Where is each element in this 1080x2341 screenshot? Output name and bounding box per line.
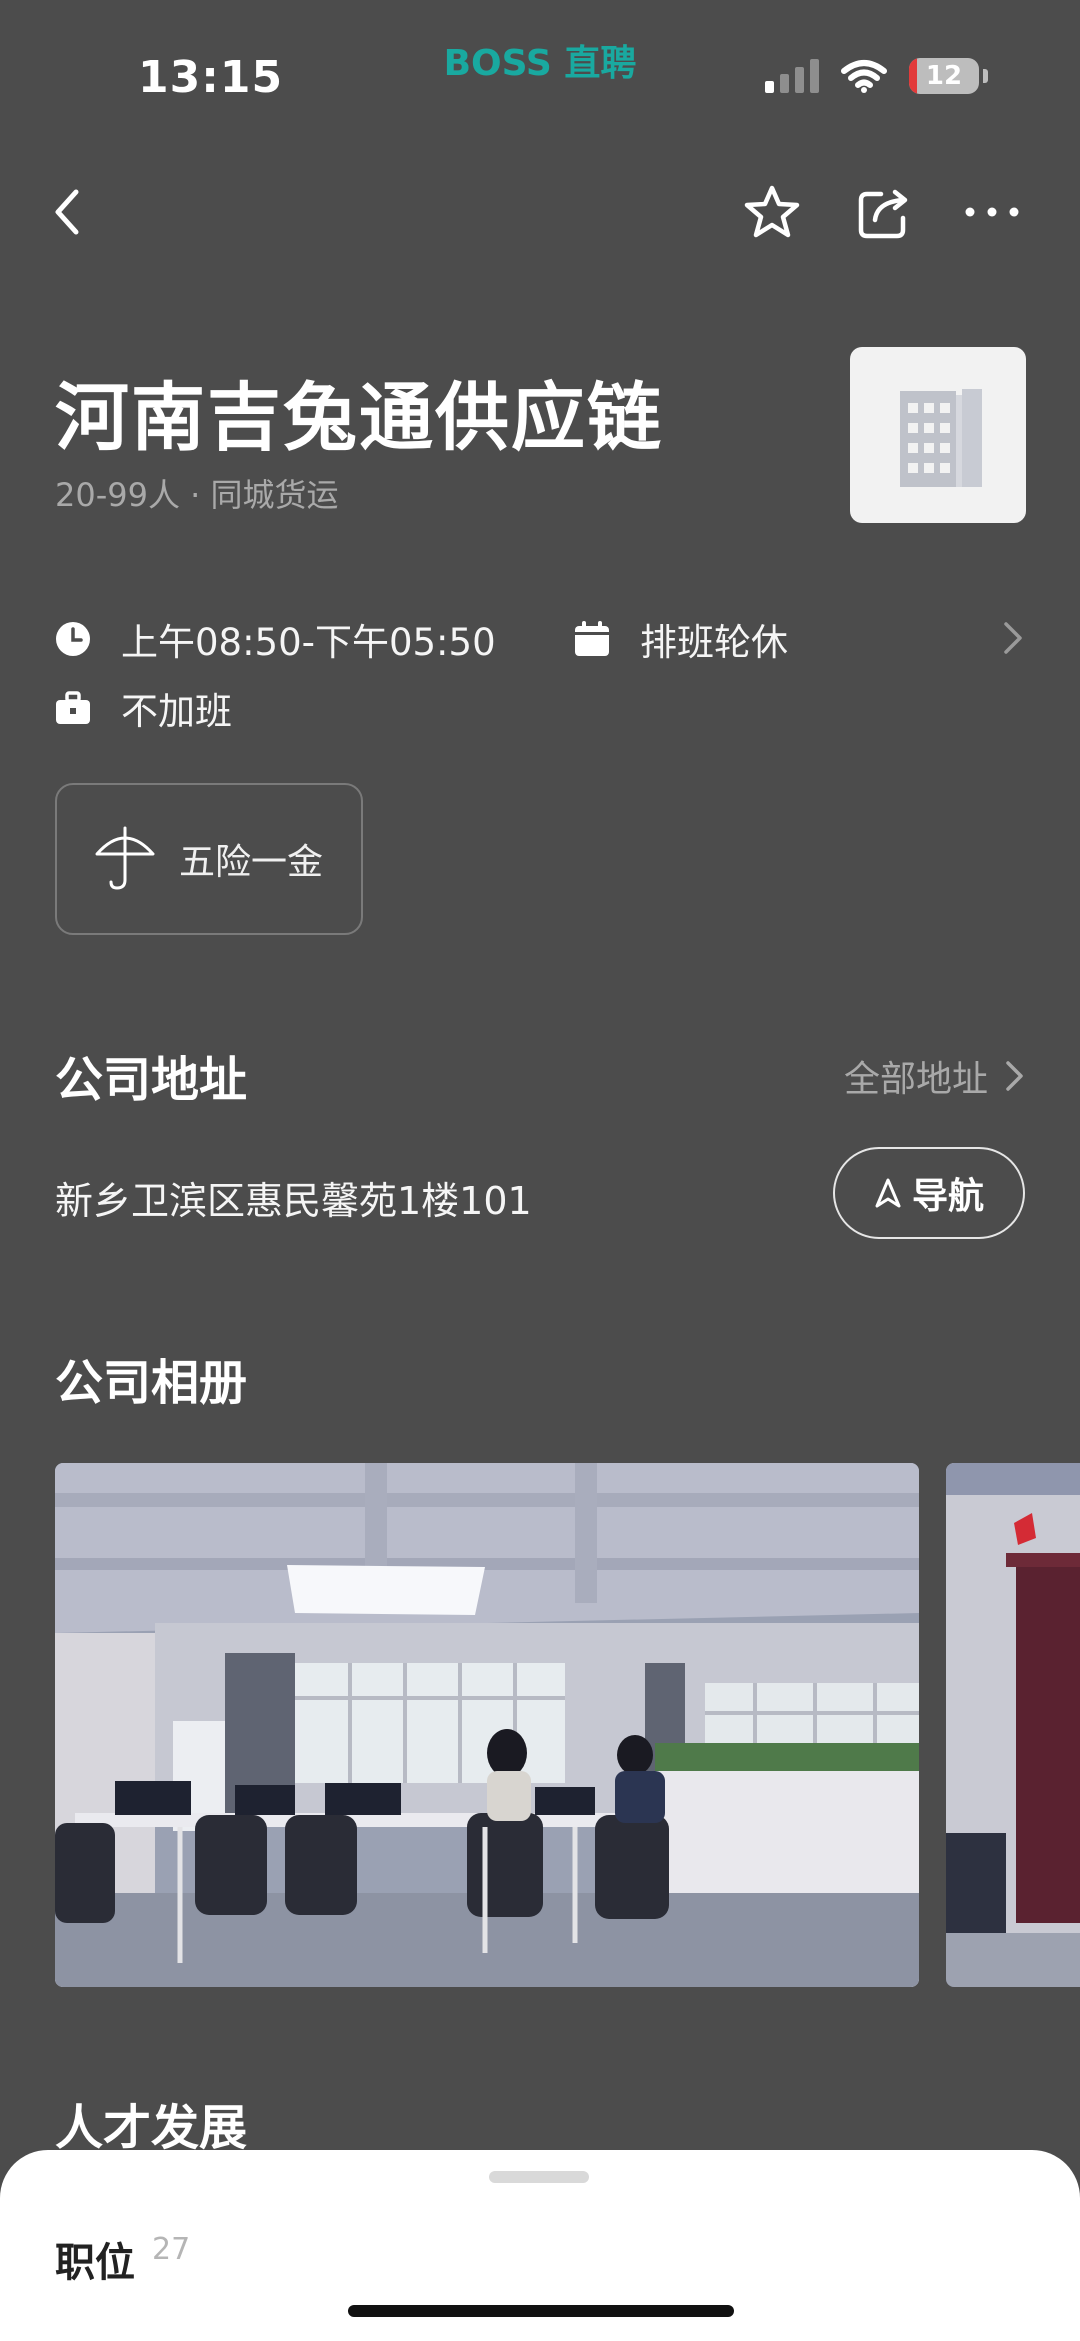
album-photo-1[interactable]	[55, 1463, 919, 1987]
navigation-arrow-icon	[875, 1178, 901, 1208]
office-door-photo	[946, 1463, 1080, 1987]
star-icon	[744, 185, 800, 238]
work-info-chevron[interactable]	[998, 618, 1026, 662]
more-button[interactable]	[960, 180, 1024, 244]
signal-icon	[765, 59, 819, 93]
building-icon	[900, 389, 982, 487]
briefcase-icon	[53, 688, 93, 728]
welfare-tag[interactable]: 五险一金	[55, 783, 363, 935]
navigate-label: 导航	[911, 1176, 984, 1217]
album-photo-2[interactable]	[946, 1463, 1080, 1987]
share-icon	[858, 189, 908, 239]
welfare-label: 五险一金	[179, 842, 324, 883]
battery-level: 12	[925, 61, 963, 91]
battery-icon: 12	[909, 58, 979, 94]
favorite-button[interactable]	[740, 180, 804, 244]
jobs-tab-label[interactable]: 职位	[55, 2230, 135, 2288]
wifi-icon	[841, 60, 887, 93]
chevron-right-icon	[1006, 1061, 1023, 1091]
calendar-icon	[572, 619, 612, 659]
address-section-title: 公司地址	[55, 1052, 248, 1108]
back-button[interactable]	[36, 180, 100, 244]
chevron-left-icon	[55, 189, 79, 235]
status-indicators: 12	[765, 58, 988, 94]
album-section-title: 公司相册	[55, 1355, 248, 1411]
company-logo	[850, 347, 1026, 523]
overtime-info: 不加班	[53, 681, 232, 735]
office-photo	[55, 1463, 919, 1987]
company-name: 河南吉兔通供应链	[55, 375, 663, 461]
home-indicator[interactable]	[348, 2305, 734, 2317]
jobs-count: 27	[152, 2232, 191, 2267]
umbrella-icon	[93, 824, 157, 894]
work-schedule-text: 排班轮休	[640, 621, 788, 664]
clock-icon	[53, 619, 93, 659]
all-address-label: 全部地址	[843, 1059, 988, 1100]
work-schedule[interactable]: 排班轮休	[572, 612, 788, 666]
chevron-right-icon	[1004, 622, 1022, 654]
company-address[interactable]: 新乡卫滨区惠民馨苑1楼101	[55, 1170, 532, 1225]
battery-cap	[983, 69, 988, 83]
share-button[interactable]	[852, 180, 916, 244]
overtime-text: 不加班	[121, 690, 232, 733]
all-address-link[interactable]: 全部地址	[844, 1050, 1026, 1102]
navigate-button[interactable]: 导航	[833, 1147, 1025, 1239]
talent-section-title: 人才发展	[55, 2100, 248, 2156]
work-hours: 上午08:50-下午05:50	[53, 612, 496, 666]
work-hours-text: 上午08:50-下午05:50	[121, 621, 496, 664]
more-icon	[965, 207, 1019, 217]
sheet-drag-handle[interactable]	[489, 2171, 589, 2183]
company-meta: 20-99人 · 同城货运	[55, 476, 339, 514]
